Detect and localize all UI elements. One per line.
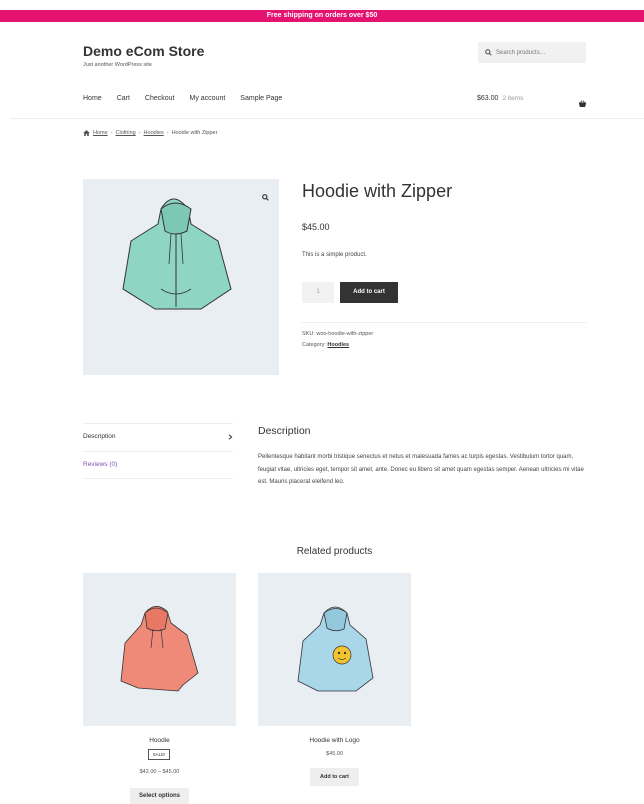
category-link[interactable]: Hoodies bbox=[327, 342, 349, 348]
home-icon bbox=[83, 130, 90, 136]
tab-divider bbox=[83, 478, 233, 479]
add-to-cart-button[interactable]: Add to cart bbox=[340, 282, 398, 303]
zoom-icon[interactable] bbox=[262, 188, 269, 206]
select-options-button[interactable]: Select options bbox=[130, 788, 189, 804]
sale-badge: SALE! bbox=[148, 749, 170, 760]
site-title[interactable]: Demo eCom Store bbox=[83, 43, 204, 59]
header-divider bbox=[10, 118, 644, 119]
site-tagline: Just another WordPress site bbox=[83, 62, 152, 68]
chevron-right-icon bbox=[228, 433, 233, 440]
nav-item-my-account[interactable]: My account bbox=[190, 95, 226, 102]
related-product-name[interactable]: Hoodie with Logo bbox=[258, 737, 411, 744]
search-icon bbox=[485, 49, 492, 56]
primary-nav: Home Cart Checkout My account Sample Pag… bbox=[83, 95, 297, 102]
nav-item-home[interactable]: Home bbox=[83, 95, 102, 102]
related-product-price: $45.00 bbox=[326, 751, 343, 757]
product-image[interactable] bbox=[83, 179, 279, 375]
related-product-image-hoodie-with-logo[interactable] bbox=[258, 573, 411, 726]
breadcrumb-separator: › bbox=[138, 130, 141, 136]
product-short-description: This is a simple product. bbox=[302, 252, 367, 258]
category-label: Category: bbox=[302, 342, 326, 348]
breadcrumb-separator: › bbox=[166, 130, 169, 136]
nav-item-sample-page[interactable]: Sample Page bbox=[240, 95, 282, 102]
related-product-image-hoodie[interactable] bbox=[83, 573, 236, 726]
breadcrumb-hoodies[interactable]: Hoodies bbox=[144, 130, 164, 136]
breadcrumb-current: Hoodie with Zipper bbox=[171, 130, 218, 136]
breadcrumb-clothing[interactable]: Clothing bbox=[116, 130, 136, 136]
description-text: Pellentesque habitant morbi tristique se… bbox=[258, 454, 584, 485]
related-product-name[interactable]: Hoodie bbox=[83, 737, 236, 744]
breadcrumb: Home › Clothing › Hoodies › Hoodie with … bbox=[83, 130, 217, 136]
sku-value: woo-hoodie-with-zipper bbox=[316, 331, 374, 337]
cart-total: $63.00 bbox=[477, 95, 499, 102]
breadcrumb-home[interactable]: Home bbox=[93, 130, 108, 136]
cart-item-count: 2 items bbox=[502, 95, 524, 102]
search-input[interactable]: Search products… bbox=[478, 42, 586, 63]
tab-divider bbox=[83, 451, 233, 452]
related-products-title: Related products bbox=[296, 546, 373, 557]
nav-item-checkout[interactable]: Checkout bbox=[145, 95, 175, 102]
product-category: Category: Hoodies bbox=[302, 342, 349, 348]
description-title: Description bbox=[258, 425, 311, 437]
meta-divider bbox=[302, 322, 586, 323]
basket-icon[interactable] bbox=[578, 95, 587, 113]
add-to-cart-button-related[interactable]: Add to cart bbox=[310, 768, 359, 786]
breadcrumb-separator: › bbox=[110, 130, 113, 136]
related-product-price: $42.00 – $45.00 bbox=[139, 769, 180, 775]
quantity-input[interactable]: 1 bbox=[302, 282, 334, 303]
tab-divider bbox=[83, 423, 233, 424]
tab-description-label: Description bbox=[83, 433, 116, 440]
cart-summary[interactable]: $63.00 2 items bbox=[477, 95, 523, 102]
product-sku: SKU: woo-hoodie-with-zipper bbox=[302, 331, 373, 337]
tab-reviews[interactable]: Reviews (0) bbox=[83, 461, 117, 468]
sku-label: SKU: bbox=[302, 331, 315, 337]
product-price: $45.00 bbox=[302, 222, 330, 232]
nav-item-cart[interactable]: Cart bbox=[117, 95, 130, 102]
search-placeholder: Search products… bbox=[496, 49, 546, 56]
tab-description[interactable]: Description bbox=[83, 433, 233, 440]
promo-banner: Free shipping on orders over $50 bbox=[0, 10, 644, 22]
product-title: Hoodie with Zipper bbox=[302, 181, 453, 201]
